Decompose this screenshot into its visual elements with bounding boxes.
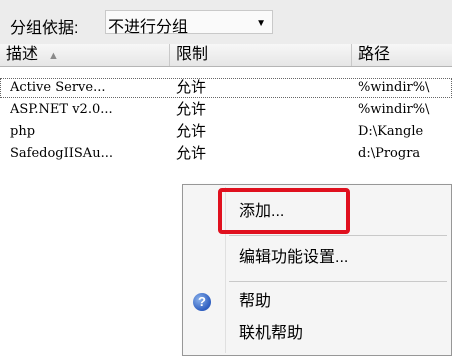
- menu-separator: [229, 235, 447, 236]
- menu-item-help-label: 帮助: [239, 293, 272, 310]
- menu-item-edit-feature-settings-label: 编辑功能设置...: [239, 249, 349, 266]
- group-by-toolbar: 分组依据: 不进行分组 ▼: [0, 0, 452, 44]
- table-row[interactable]: ASP.NET v2.0... 允许 %windir%\: [0, 100, 452, 120]
- menu-separator: [229, 281, 447, 282]
- group-by-label: 分组依据:: [10, 20, 79, 37]
- column-header-permission-label: 限制: [176, 46, 209, 63]
- row-description: ASP.NET v2.0...: [10, 102, 113, 117]
- row-path: %windir%\: [358, 102, 430, 117]
- row-permission: 允许: [176, 79, 207, 96]
- column-header-description[interactable]: 描述 ▲: [0, 44, 170, 66]
- row-path: d:\Progra: [358, 146, 421, 161]
- row-description: Active Serve...: [10, 80, 106, 95]
- menu-item-help[interactable]: ? 帮助: [183, 285, 451, 319]
- sort-ascending-icon: ▲: [48, 50, 59, 62]
- column-header-path[interactable]: 路径: [352, 44, 452, 66]
- help-icon: ?: [193, 293, 211, 311]
- row-path: D:\Kangle: [358, 124, 424, 139]
- column-header-permission[interactable]: 限制: [170, 44, 352, 66]
- row-path: %windir%\: [358, 80, 430, 95]
- row-permission: 允许: [176, 145, 207, 162]
- group-by-select[interactable]: 不进行分组 ▼: [105, 10, 273, 36]
- column-header-row: 描述 ▲ 限制 路径: [0, 44, 452, 67]
- menu-item-online-help[interactable]: 联机帮助: [183, 317, 451, 351]
- table-row[interactable]: SafedogIISAu... 允许 d:\Progra: [0, 144, 452, 164]
- table-row[interactable]: php 允许 D:\Kangle: [0, 122, 452, 142]
- row-description: php: [10, 124, 36, 139]
- group-by-select-value: 不进行分组: [108, 19, 189, 36]
- row-permission: 允许: [176, 101, 207, 118]
- table-row[interactable]: Active Serve... 允许 %windir%\: [0, 78, 452, 98]
- menu-item-edit-feature-settings[interactable]: 编辑功能设置...: [183, 241, 451, 275]
- row-permission: 允许: [176, 123, 207, 140]
- highlight-annotation: [218, 188, 350, 234]
- dropdown-arrow-icon[interactable]: ▼: [256, 18, 266, 29]
- column-header-path-label: 路径: [358, 46, 391, 63]
- menu-item-online-help-label: 联机帮助: [239, 325, 304, 342]
- column-header-description-label: 描述: [6, 46, 39, 63]
- row-description: SafedogIISAu...: [10, 146, 113, 161]
